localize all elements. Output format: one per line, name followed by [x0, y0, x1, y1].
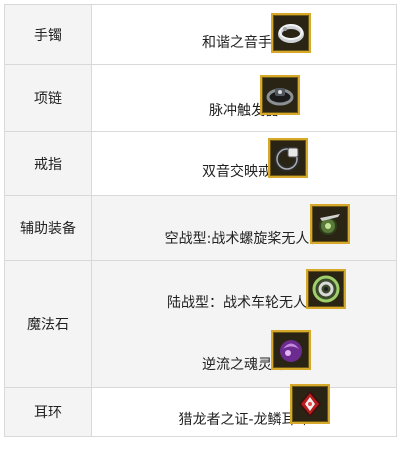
- item-name: 和谐之音手镯: [202, 35, 286, 51]
- item-name: 双音交映戒指: [202, 164, 286, 180]
- slot-content: 双音交映戒指: [91, 131, 397, 196]
- list-item: 和谐之音手镯: [92, 5, 396, 64]
- slot-content: 和谐之音手镯: [91, 4, 397, 65]
- slot-label: 辅助装备: [4, 195, 92, 261]
- slot-label: 戒指: [4, 131, 92, 196]
- list-item: 空战型:战术螺旋桨无人机: [92, 196, 396, 260]
- ring-icon[interactable]: [268, 138, 308, 178]
- item-name: 猎龙者之证-龙鳞耳环: [178, 412, 310, 428]
- item-name: 脉冲触发器: [209, 103, 279, 119]
- table-row: 戒指 双音交映戒指: [4, 131, 397, 196]
- slot-label: 手镯: [4, 4, 92, 65]
- slot-label: 项链: [4, 64, 92, 132]
- table-row: 辅助装备 空战型:战术螺旋桨无人机: [4, 195, 397, 261]
- wheel-drone-icon[interactable]: [306, 269, 346, 309]
- table-row: 手镯 和谐之音手镯: [4, 4, 397, 65]
- slot-label: 耳环: [4, 387, 92, 437]
- slot-content: 猎龙者之证-龙鳞耳环: [91, 384, 397, 437]
- purple-orb-icon[interactable]: [271, 330, 311, 370]
- list-item: 双音交映戒指: [92, 132, 396, 195]
- slot-content: 脉冲触发器: [91, 64, 397, 132]
- list-item: 陆战型：战术车轮无人机 逆流之魂灵珠: [92, 261, 396, 387]
- table-row: 魔法石 陆战型：战术车轮无人机 逆流之魂灵珠: [4, 260, 397, 388]
- item-name: 逆流之魂灵珠: [202, 357, 286, 373]
- bracelet-icon[interactable]: [271, 13, 311, 53]
- propeller-drone-icon[interactable]: [310, 204, 350, 244]
- slot-content: 空战型:战术螺旋桨无人机: [91, 195, 397, 261]
- slot-label: 魔法石: [4, 260, 92, 388]
- equipment-table: 手镯 和谐之音手镯 项链 脉冲触发器 戒指 双音交映戒指 辅助装备 空战型:战术…: [4, 4, 397, 437]
- pulse-trigger-icon[interactable]: [260, 75, 300, 115]
- dragon-scale-earring-icon[interactable]: [290, 384, 330, 424]
- list-item: 猎龙者之证-龙鳞耳环: [92, 384, 396, 436]
- slot-content: 陆战型：战术车轮无人机 逆流之魂灵珠: [91, 260, 397, 388]
- table-row: 项链 脉冲触发器: [4, 64, 397, 132]
- item-name: 空战型:战术螺旋桨无人机: [164, 231, 324, 247]
- item-name: 陆战型：战术车轮无人机: [167, 295, 321, 311]
- table-row: 耳环 猎龙者之证-龙鳞耳环: [4, 384, 397, 437]
- list-item: 脉冲触发器: [92, 65, 396, 131]
